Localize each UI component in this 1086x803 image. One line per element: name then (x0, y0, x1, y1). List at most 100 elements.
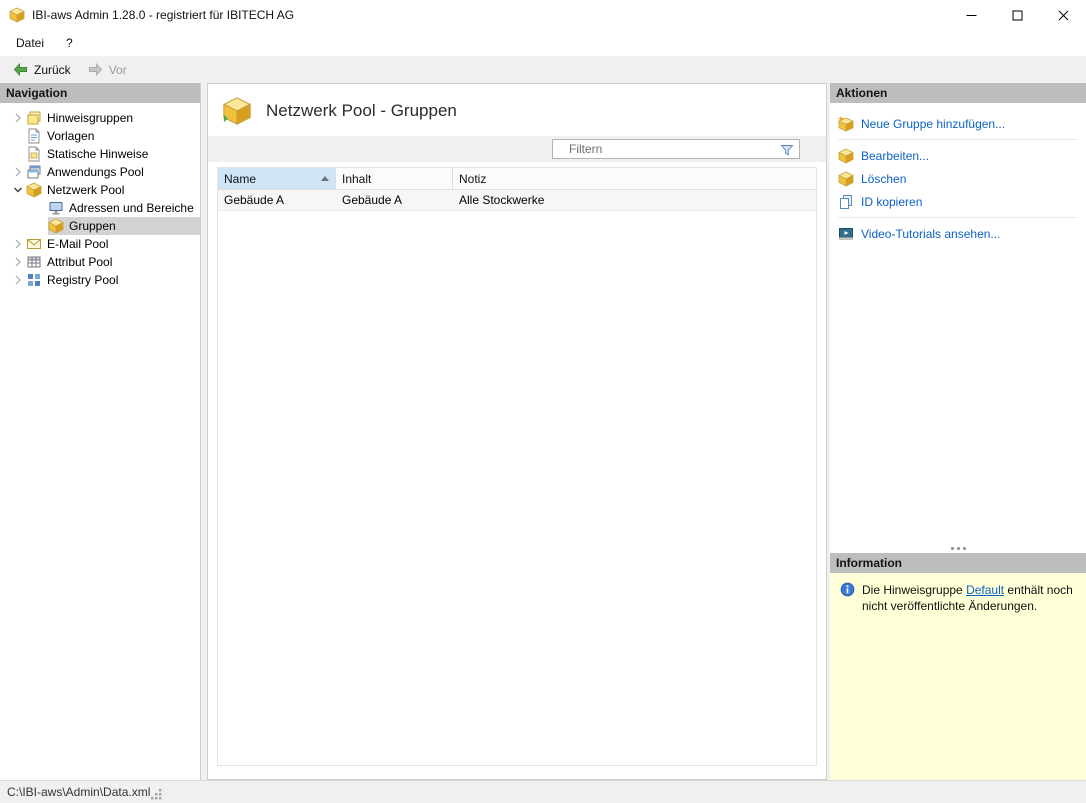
information-panel: Information Die Hinweisgruppe Default en… (830, 553, 1086, 780)
column-header-name[interactable]: Name (218, 168, 336, 189)
data-file-path: C:\IBI-aws\Admin\Data.xml (7, 785, 150, 799)
action-label: Löschen (861, 172, 906, 186)
statusbar: C:\IBI-aws\Admin\Data.xml (0, 780, 1086, 803)
tree-item-label: Registry Pool (47, 273, 118, 287)
close-button[interactable] (1040, 0, 1086, 30)
info-icon (840, 582, 855, 597)
app-icon (9, 7, 25, 23)
static-hint-icon (26, 146, 42, 162)
menu-help[interactable]: ? (55, 31, 84, 55)
tree-item-attribut-pool[interactable]: Attribut Pool (0, 253, 200, 271)
navigation-tree: Hinweisgruppen Vorlagen Statische Hinwei… (0, 103, 200, 289)
action-edit[interactable]: Bearbeiten... (838, 144, 1078, 167)
tree-item-hinweisgruppen[interactable]: Hinweisgruppen (0, 109, 200, 127)
action-label: ID kopieren (861, 195, 922, 209)
chevron-right-icon[interactable] (10, 236, 26, 252)
action-label: Bearbeiten... (861, 149, 929, 163)
expander-spacer (10, 128, 26, 144)
tree-item-vorlagen[interactable]: Vorlagen (0, 127, 200, 145)
page-title: Netzwerk Pool - Gruppen (266, 101, 457, 121)
menubar: Datei ? (0, 30, 1086, 56)
tree-item-label: Vorlagen (47, 129, 94, 143)
tree-item-gruppen[interactable]: Gruppen (0, 217, 200, 235)
filter-bar (208, 136, 826, 162)
splitter-grip[interactable] (830, 543, 1086, 553)
tree-item-label: Attribut Pool (47, 255, 112, 269)
video-icon (838, 226, 854, 242)
chevron-right-icon[interactable] (10, 272, 26, 288)
filter-input[interactable] (553, 140, 799, 158)
application-pool-icon (26, 164, 42, 180)
toolbar: Zurück Vor (0, 56, 1086, 83)
delete-icon (838, 171, 854, 187)
table-empty-area (218, 211, 816, 765)
network-pool-page-icon (222, 96, 252, 126)
cell-notiz: Alle Stockwerke (453, 190, 816, 210)
registry-pool-icon (26, 272, 42, 288)
tree-item-label: Gruppen (69, 219, 116, 233)
column-header-label: Inhalt (342, 172, 371, 186)
default-group-link[interactable]: Default (966, 583, 1004, 597)
menu-datei[interactable]: Datei (5, 31, 55, 55)
action-copy-id[interactable]: ID kopieren (838, 190, 1078, 213)
action-label: Neue Gruppe hinzufügen... (861, 117, 1005, 131)
info-text-before: Die Hinweisgruppe (862, 583, 966, 597)
actions-header: Aktionen (830, 83, 1086, 103)
add-group-icon (838, 116, 854, 132)
action-add-group[interactable]: Neue Gruppe hinzufügen... (838, 112, 1078, 135)
tree-item-statische-hinweise[interactable]: Statische Hinweise (0, 145, 200, 163)
hint-groups-icon (26, 110, 42, 126)
chevron-down-icon[interactable] (10, 182, 26, 198)
action-label: Video-Tutorials ansehen... (861, 227, 1000, 241)
navigation-header: Navigation (0, 83, 200, 103)
back-icon (12, 61, 29, 78)
tree-item-registry-pool[interactable]: Registry Pool (0, 271, 200, 289)
actions-panel: Aktionen Neue Gruppe hinzufügen... Bearb… (830, 83, 1086, 553)
groups-icon (48, 218, 64, 234)
groups-table: Name Inhalt Notiz Gebäude A Gebäude A Al… (217, 167, 817, 766)
action-video-tutorials[interactable]: Video-Tutorials ansehen... (838, 222, 1078, 245)
minimize-button[interactable] (948, 0, 994, 30)
forward-label: Vor (109, 63, 127, 77)
column-header-label: Name (224, 172, 256, 186)
chevron-right-icon[interactable] (10, 110, 26, 126)
navigation-panel: Navigation Hinweisgruppen Vorlagen Stati… (0, 83, 201, 780)
tree-item-label: Anwendungs Pool (47, 165, 144, 179)
tree-item-label: Adressen und Bereiche (69, 201, 194, 215)
table-header-row: Name Inhalt Notiz (218, 168, 816, 190)
chevron-right-icon[interactable] (10, 164, 26, 180)
tree-item-netzwerk-pool[interactable]: Netzwerk Pool (0, 181, 200, 199)
filter-icon[interactable] (779, 142, 795, 158)
main-header: Netzwerk Pool - Gruppen (208, 84, 826, 136)
attribute-pool-icon (26, 254, 42, 270)
tree-item-anwendungs-pool[interactable]: Anwendungs Pool (0, 163, 200, 181)
column-header-inhalt[interactable]: Inhalt (336, 168, 453, 189)
information-message: Die Hinweisgruppe Default enthält noch n… (862, 582, 1076, 614)
forward-button[interactable]: Vor (80, 58, 134, 81)
information-header: Information (830, 553, 1086, 573)
separator (838, 139, 1078, 140)
tree-item-email-pool[interactable]: E-Mail Pool (0, 235, 200, 253)
cell-name: Gebäude A (218, 190, 336, 210)
action-delete[interactable]: Löschen (838, 167, 1078, 190)
tree-item-adressen-und-bereiche[interactable]: Adressen und Bereiche (0, 199, 200, 217)
network-pool-icon (26, 182, 42, 198)
separator (838, 217, 1078, 218)
addresses-icon (48, 200, 64, 216)
back-button[interactable]: Zurück (5, 58, 78, 81)
actions-list: Neue Gruppe hinzufügen... Bearbeiten... … (830, 103, 1086, 245)
tree-item-label: E-Mail Pool (47, 237, 108, 251)
email-pool-icon (26, 236, 42, 252)
back-label: Zurück (34, 63, 71, 77)
table-row[interactable]: Gebäude A Gebäude A Alle Stockwerke (218, 190, 816, 211)
edit-icon (838, 148, 854, 164)
expander-spacer (10, 146, 26, 162)
resize-grip-icon[interactable] (150, 788, 163, 801)
chevron-right-icon[interactable] (10, 254, 26, 270)
column-header-label: Notiz (459, 172, 486, 186)
maximize-button[interactable] (994, 0, 1040, 30)
information-body: Die Hinweisgruppe Default enthält noch n… (830, 573, 1086, 780)
copy-icon (838, 194, 854, 210)
column-header-notiz[interactable]: Notiz (453, 168, 816, 189)
filter-box (552, 139, 800, 159)
